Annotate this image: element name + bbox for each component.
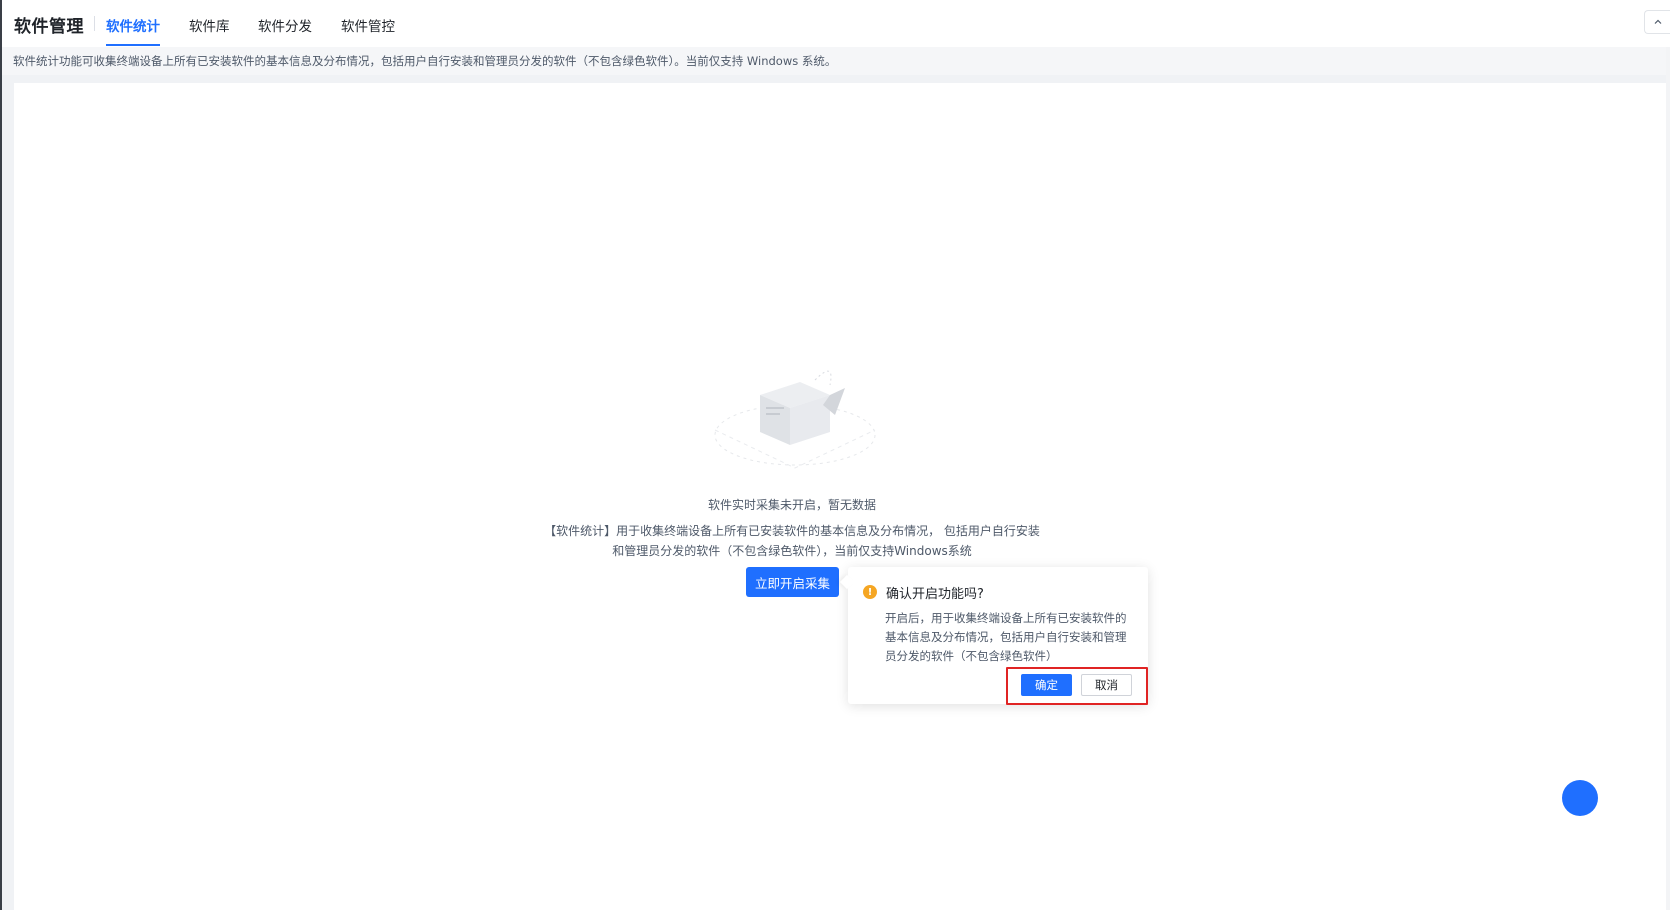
content-gutter [2,75,1670,83]
empty-desc-line1: 【软件统计】用于收集终端设备上所有已安装软件的基本信息及分布情况， 包括用户自行… [544,524,1040,538]
empty-box-icon [714,370,876,469]
floating-help-button[interactable] [1562,780,1598,816]
collapse-button[interactable] [1644,10,1670,34]
tab-software-stats[interactable]: 软件统计 [106,15,160,35]
app-window: 软件管理 软件统计 软件库 软件分发 软件管控 软件统计功能可收集终端设备上所有… [0,0,1670,910]
empty-state-title: 软件实时采集未开启，暂无数据 [707,498,876,512]
empty-state-description: 【软件统计】用于收集终端设备上所有已安装软件的基本信息及分布情况， 包括用户自行… [542,521,1042,561]
content-gutter-left [2,75,14,910]
warning-icon: ! [863,585,877,599]
tab-software-distribution[interactable]: 软件分发 [258,15,312,35]
start-collection-button[interactable]: 立即开启采集 [746,567,839,597]
info-notice: 软件统计功能可收集终端设备上所有已安装软件的基本信息及分布情况，包括用户自行安装… [2,47,1670,75]
active-tab-indicator [106,44,160,46]
chevron-up-icon [1654,19,1661,24]
popover-title: 确认开启功能吗? [886,587,984,602]
action-highlight-box [1006,667,1148,705]
tab-software-control[interactable]: 软件管控 [341,15,395,35]
page-title: 软件管理 [14,17,84,37]
tab-software-library[interactable]: 软件库 [189,15,230,35]
page-header: 软件管理 软件统计 软件库 软件分发 软件管控 [2,0,1670,47]
popover-body: 开启后，用于收集终端设备上所有已安装软件的基本信息及分布情况，包括用户自行安装和… [885,611,1127,663]
empty-desc-line2: 和管理员分发的软件（不包含绿色软件），当前仅支持Windows系统 [612,544,972,558]
title-divider [94,16,95,31]
scrollbar[interactable] [1666,47,1670,910]
